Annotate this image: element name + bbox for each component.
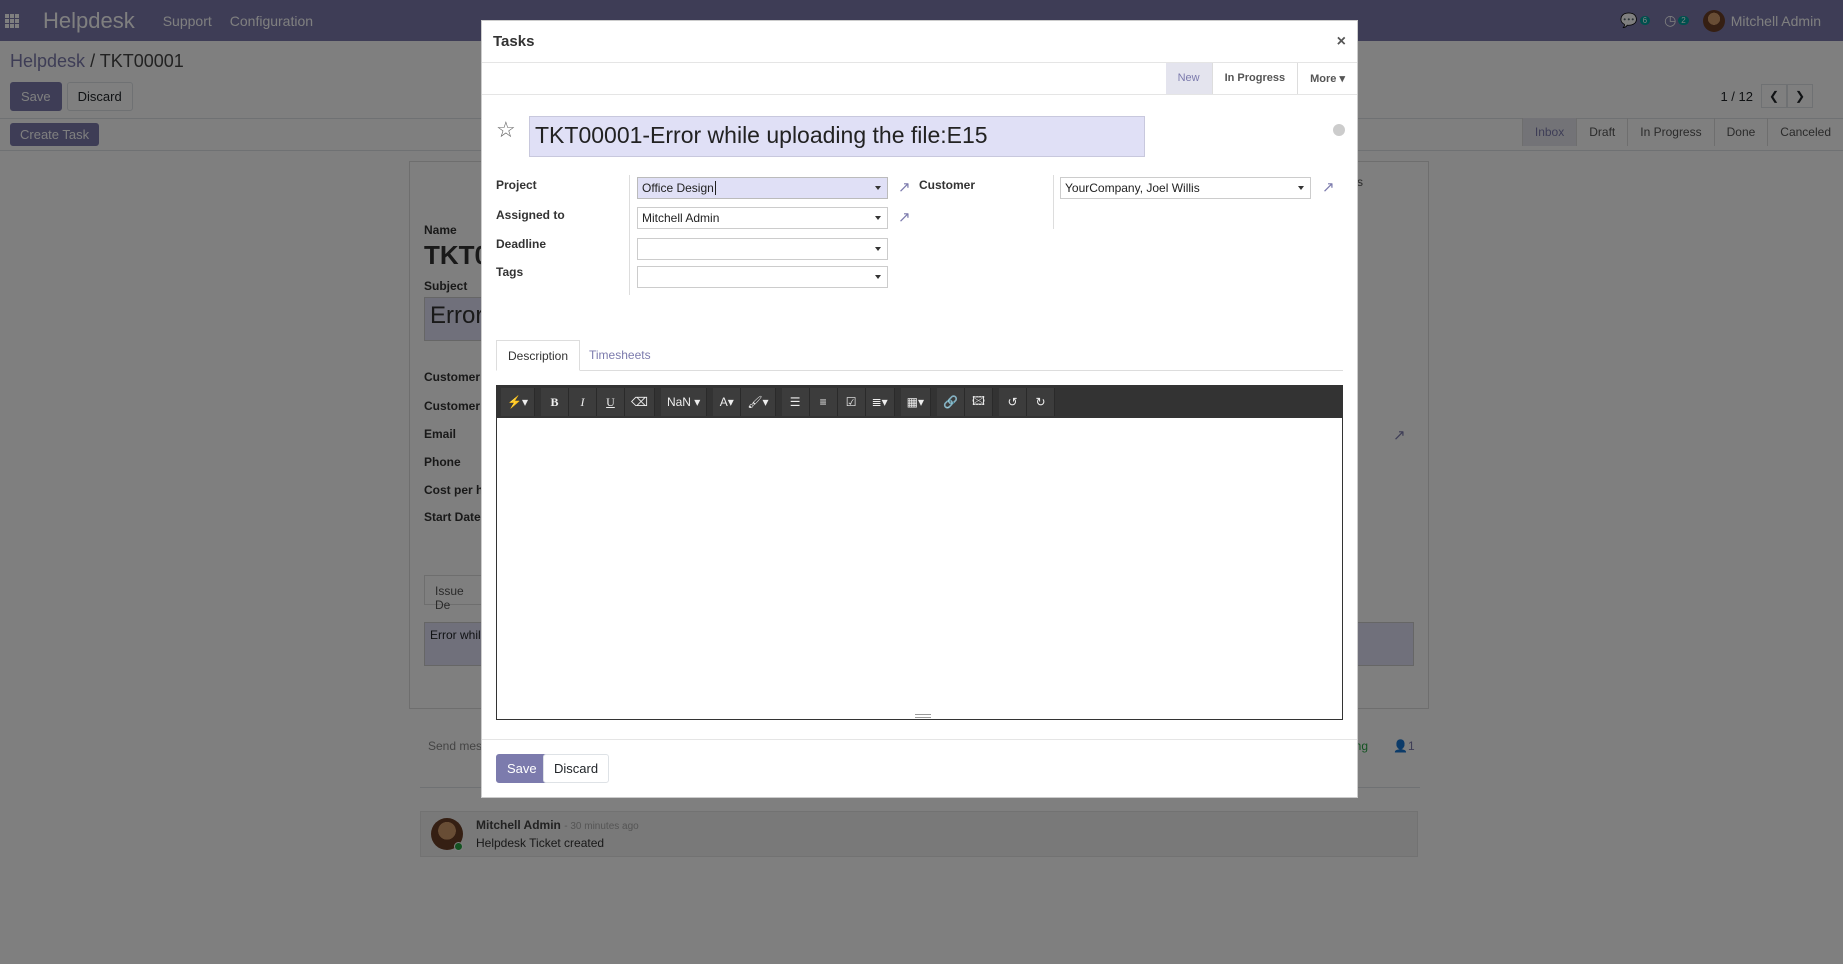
eraser-icon[interactable]: ⌫ — [624, 388, 655, 416]
caret-down-icon — [1298, 186, 1304, 190]
resize-handle-icon[interactable] — [915, 714, 931, 718]
stage-more-dropdown[interactable]: More ▾ — [1297, 63, 1357, 94]
stage-more-label: More — [1310, 73, 1337, 85]
star-icon[interactable]: ☆ — [496, 117, 516, 143]
project-select[interactable]: Office Design — [637, 177, 888, 199]
task-title-input[interactable]: TKT00001-Error while uploading the file:… — [529, 116, 1145, 157]
redo-icon[interactable]: ↻ — [1027, 388, 1056, 416]
notebook-tabs: Description Timesheets — [496, 340, 1343, 371]
project-value: Office Design — [642, 181, 714, 195]
divider — [1053, 175, 1054, 229]
external-link-icon[interactable]: ↗ — [898, 210, 914, 226]
font-size-dropdown[interactable]: NaN ▾ — [660, 388, 708, 416]
editor-toolbar: ⚡▾ B I U ⌫ NaN ▾ A▾ 🖌▾ ☰ ≡ ☑ ≣▾ ▦▾ 🔗 🖾 ↺… — [497, 386, 1342, 418]
external-link-icon[interactable]: ↗ — [1322, 180, 1338, 196]
caret-down-icon — [875, 216, 881, 220]
caret-down-icon — [875, 247, 881, 251]
dialog-header: Tasks × — [482, 21, 1357, 63]
bullet-list-icon[interactable]: ☰ — [781, 388, 810, 416]
bold-icon[interactable]: B — [540, 388, 569, 416]
assigned-to-label: Assigned to — [496, 208, 565, 222]
dialog-footer: Save Discard — [482, 739, 1357, 797]
paragraph-align-icon[interactable]: ≣▾ — [865, 388, 895, 416]
customer-label: Customer — [919, 178, 976, 192]
checklist-icon[interactable]: ☑ — [837, 388, 866, 416]
link-icon[interactable]: 🔗 — [937, 388, 966, 416]
stage-in-progress[interactable]: In Progress — [1211, 63, 1298, 94]
caret-down-icon — [875, 186, 881, 190]
tab-description[interactable]: Description — [496, 340, 581, 371]
font-color-icon[interactable]: A▾ — [713, 388, 742, 416]
customer-value: YourCompany, Joel Willis — [1065, 181, 1200, 195]
tab-timesheets[interactable]: Timesheets — [578, 340, 662, 371]
tags-field[interactable] — [637, 266, 888, 288]
caret-down-icon — [875, 275, 881, 279]
assigned-to-select[interactable]: Mitchell Admin — [637, 207, 888, 229]
task-stage-bar: New In Progress More ▾ — [482, 63, 1357, 95]
font-size-value: NaN — [666, 395, 691, 409]
magic-wand-icon[interactable]: ⚡▾ — [501, 388, 535, 416]
tags-label: Tags — [496, 265, 524, 279]
image-icon[interactable]: 🖾 — [965, 388, 994, 416]
kanban-state-icon[interactable] — [1333, 124, 1345, 136]
brush-icon[interactable]: 🖌▾ — [741, 388, 776, 416]
assigned-to-value: Mitchell Admin — [642, 211, 720, 225]
discard-button[interactable]: Discard — [543, 754, 610, 783]
description-content[interactable] — [497, 418, 1342, 719]
deadline-field[interactable] — [637, 238, 888, 260]
dialog-title: Tasks — [493, 33, 535, 50]
numbered-list-icon[interactable]: ≡ — [809, 388, 838, 416]
stage-new[interactable]: New — [1165, 63, 1212, 94]
save-button[interactable]: Save — [496, 754, 548, 783]
table-icon[interactable]: ▦▾ — [900, 388, 932, 416]
underline-icon[interactable]: U — [596, 388, 625, 416]
task-title-row: ☆ TKT00001-Error while uploading the fil… — [482, 95, 1357, 165]
italic-icon[interactable]: I — [568, 388, 597, 416]
divider — [629, 175, 630, 295]
customer-select[interactable]: YourCompany, Joel Willis — [1060, 177, 1311, 199]
task-dialog: Tasks × New In Progress More ▾ ☆ TKT0000… — [481, 20, 1358, 798]
project-label: Project — [496, 178, 537, 192]
chevron-down-icon: ▾ — [1339, 73, 1345, 85]
description-editor: ⚡▾ B I U ⌫ NaN ▾ A▾ 🖌▾ ☰ ≡ ☑ ≣▾ ▦▾ 🔗 🖾 ↺… — [496, 385, 1343, 720]
text-cursor — [714, 181, 716, 195]
undo-icon[interactable]: ↺ — [999, 388, 1028, 416]
close-icon[interactable]: × — [1337, 33, 1346, 51]
external-link-icon[interactable]: ↗ — [898, 180, 914, 196]
deadline-label: Deadline — [496, 237, 547, 251]
